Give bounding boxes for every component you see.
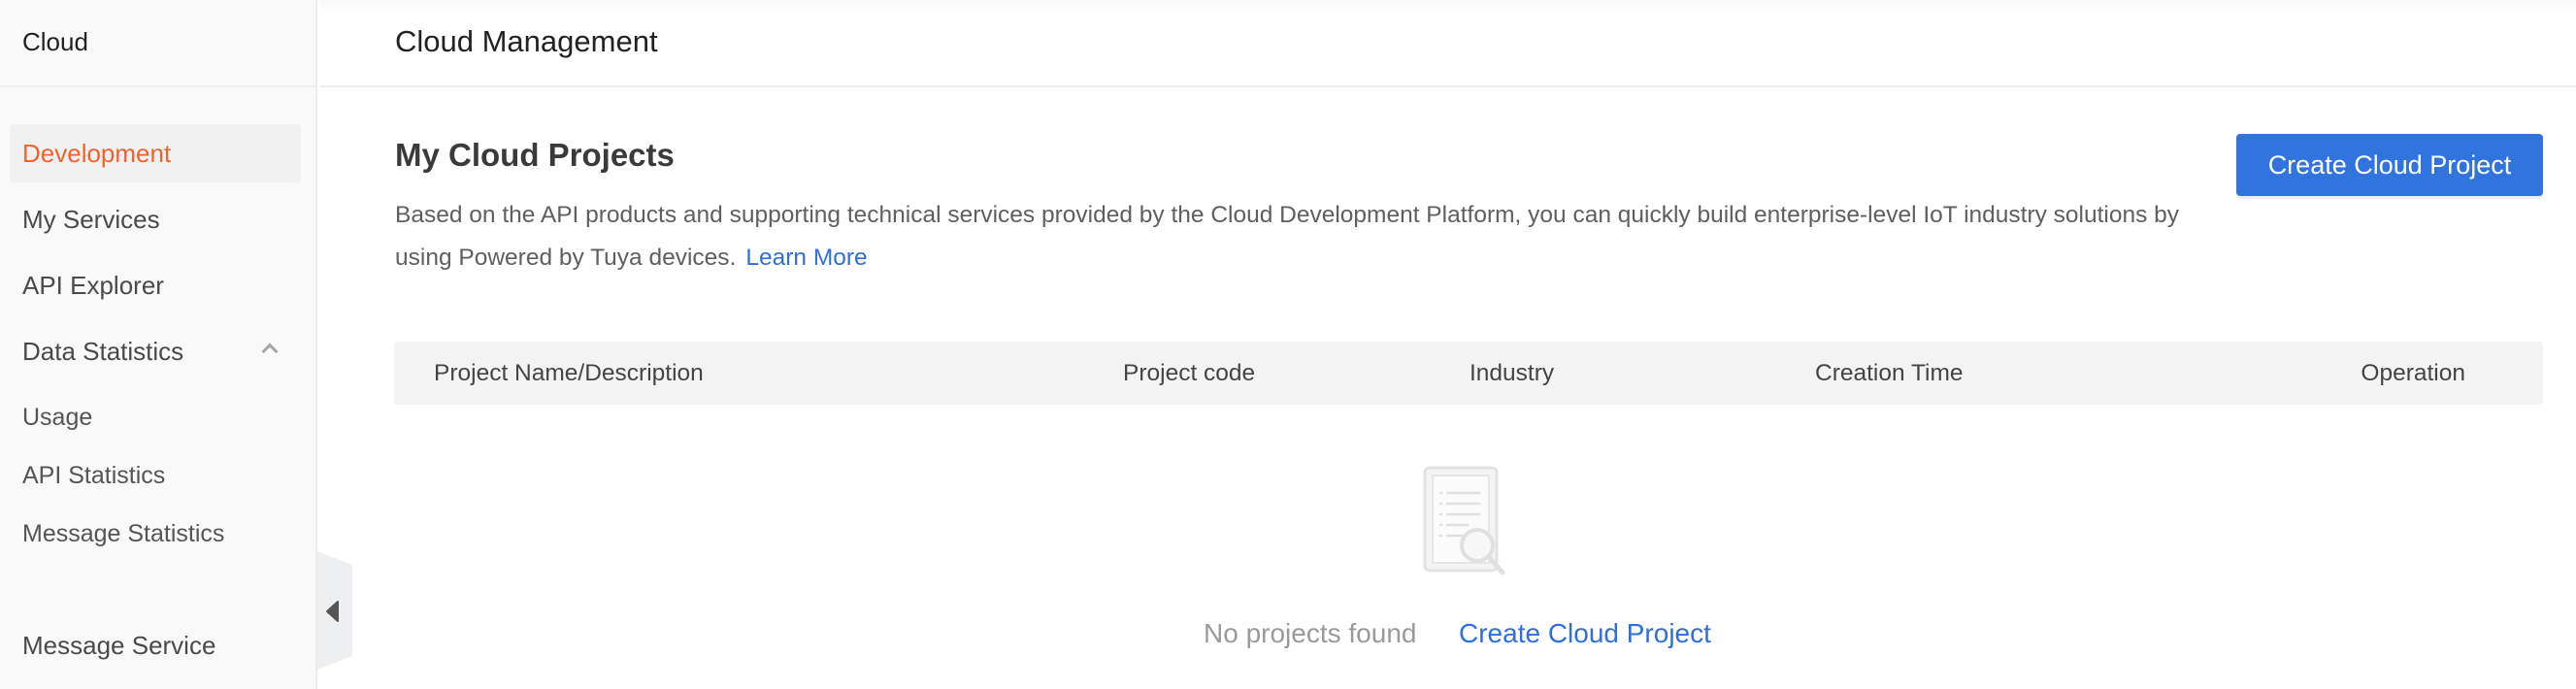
empty-state-message: No projects found [1204,618,1417,648]
sidebar-item-label: Development [22,139,172,168]
empty-state-create-link[interactable]: Create Cloud Project [1459,611,1711,656]
column-header-project-name: Project Name/Description [434,360,704,386]
sidebar-item-message-statistics[interactable]: Message Statistics [10,505,301,563]
sidebar-item-label: Data Statistics [22,337,184,366]
column-header-industry: Industry [1470,360,1555,386]
sidebar-item-label: Message Service [22,631,216,660]
sidebar-collapse-handle[interactable] [317,551,352,670]
document-search-icon [1419,464,1508,578]
sidebar-divider [0,85,315,87]
description-text: Based on the API products and supporting… [395,202,2180,271]
learn-more-link[interactable]: Learn More [745,245,867,271]
sidebar-item-message-service[interactable]: Message Service [10,616,301,674]
sidebar-item-label: My Services [22,205,160,234]
sidebar-item-label: Usage [22,404,93,431]
sidebar-item-api-statistics[interactable]: API Statistics [10,446,301,505]
column-header-operation: Operation [2361,360,2465,386]
sidebar-item-my-services[interactable]: My Services [10,190,301,248]
sidebar-item-api-explorer[interactable]: API Explorer [10,256,301,314]
column-header-project-code: Project code [1123,360,1256,386]
chevron-up-icon[interactable] [261,343,279,360]
sidebar: Cloud Development My Services API Explor… [0,0,317,689]
column-header-creation-time: Creation Time [1815,360,1964,386]
sidebar-item-label: API Statistics [22,462,166,489]
sidebar-title: Cloud [22,27,88,56]
sidebar-item-data-statistics[interactable]: Data Statistics [10,322,301,380]
page-title: Cloud Management [395,24,658,58]
sidebar-item-development[interactable]: Development [10,124,301,182]
table-header: Project Name/Description Project code In… [394,342,2543,405]
caret-left-icon [317,551,352,670]
section-title: My Cloud Projects [395,137,675,173]
topbar: Cloud Management [319,0,2576,87]
sidebar-item-label: Message Statistics [22,520,225,547]
create-cloud-project-button[interactable]: Create Cloud Project [2236,134,2543,196]
section-description: Based on the API products and supporting… [395,194,2239,279]
sidebar-item-label: API Explorer [22,271,164,300]
sidebar-item-usage[interactable]: Usage [10,388,301,446]
